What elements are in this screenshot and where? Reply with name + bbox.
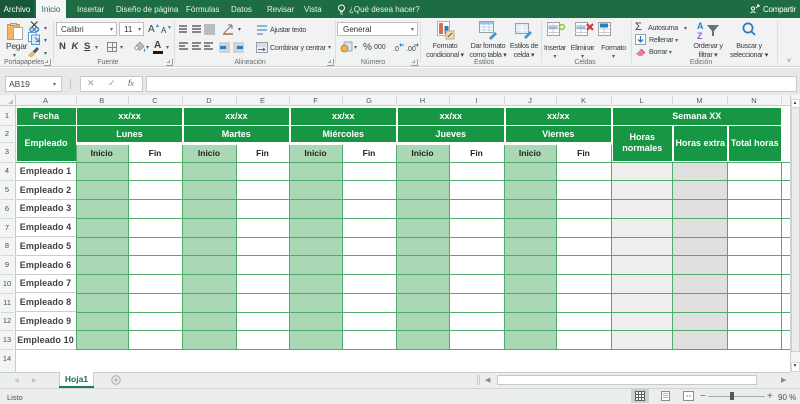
svg-text:.0: .0 (393, 46, 399, 53)
